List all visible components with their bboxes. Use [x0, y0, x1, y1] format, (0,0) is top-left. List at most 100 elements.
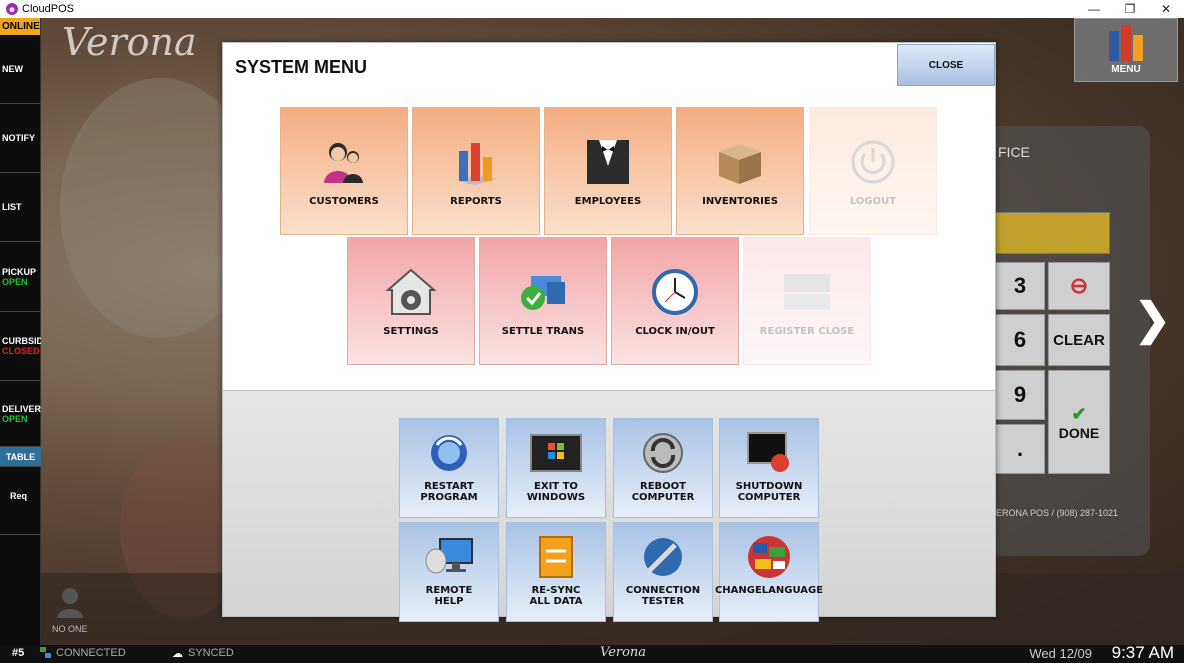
resync-icon: [536, 535, 576, 579]
app-logo-icon: ☻: [6, 3, 18, 15]
resync-all-data-button[interactable]: RE-SYNC ALL DATA: [506, 522, 606, 622]
reports-button[interactable]: REPORTS: [412, 107, 540, 235]
chevron-right-icon[interactable]: ❯: [1134, 294, 1171, 345]
tile-label: REGISTER CLOSE: [759, 326, 855, 337]
current-user-label: NO ONE: [52, 624, 88, 634]
employees-button[interactable]: EMPLOYEES: [544, 107, 672, 235]
close-button[interactable]: CLOSE: [897, 44, 995, 86]
settings-button[interactable]: SETTINGS: [347, 237, 475, 365]
sidebar-item-label: NEW: [2, 64, 23, 74]
menu-chart-icon: [1109, 25, 1143, 61]
exit-to-windows-button[interactable]: EXIT TO WINDOWS: [506, 418, 606, 518]
sync-status: SYNCED: [188, 647, 234, 659]
connection-icon: [641, 535, 685, 579]
brand-logo-text: Verona: [62, 20, 197, 64]
shutdown-computer-button[interactable]: SHUTDOWN COMPUTER: [719, 418, 819, 518]
tile-label: CONNECTION TESTER: [625, 585, 701, 607]
tile-label: RE-SYNC ALL DATA: [529, 585, 583, 607]
tile-label: EXIT TO WINDOWS: [526, 481, 586, 503]
restore-button[interactable]: ❐: [1112, 0, 1148, 18]
sidebar-item-curbside[interactable]: CURBSID CLOSED: [0, 312, 41, 381]
sidebar-item-label: LIST: [2, 202, 22, 212]
system-actions-area: [223, 390, 995, 616]
sidebar-item-pickup[interactable]: PICKUP OPEN: [0, 242, 41, 312]
sidebar-item-label: TABLE: [5, 451, 36, 462]
logout-button[interactable]: LOGOUT: [809, 107, 937, 235]
restart-program-button[interactable]: RESTART PROGRAM: [399, 418, 499, 518]
key-3[interactable]: 3: [995, 262, 1045, 310]
remote-help-button[interactable]: REMOTE HELP: [399, 522, 499, 622]
online-status-badge: ONLINE: [0, 18, 40, 35]
minimize-button[interactable]: —: [1076, 0, 1112, 18]
tile-label: REPORTS: [450, 196, 502, 207]
tile-label: INVENTORIES: [702, 196, 778, 207]
sidebar-item-label: DELIVER: [2, 403, 41, 414]
cloud-icon: ☁: [172, 648, 183, 660]
window-controls: — ❐ ✕: [1076, 0, 1184, 18]
network-icon: [40, 647, 52, 662]
panel-footer: ERONA POS / (908) 287-1021: [996, 508, 1119, 518]
register-close-button[interactable]: REGISTER CLOSE: [743, 237, 871, 365]
clock-icon: [651, 268, 699, 316]
tile-label: SETTINGS: [383, 326, 439, 337]
power-icon: [849, 138, 897, 186]
sidebar-item-table[interactable]: TABLE: [0, 447, 41, 467]
sidebar-item-label: Req: [10, 491, 28, 501]
sidebar-item-delivery[interactable]: DELIVER OPEN: [0, 381, 41, 447]
connection-tester-button[interactable]: CONNECTION TESTER: [613, 522, 713, 622]
tile-label: LOGOUT: [849, 196, 897, 207]
settle-trans-button[interactable]: SETTLE TRANS: [479, 237, 607, 365]
tile-label: REBOOT COMPUTER: [631, 481, 695, 503]
reports-icon: [451, 138, 501, 186]
amount-display: [995, 212, 1110, 254]
pos-app: Verona ONLINE NEW NOTIFY LIST PICKUP OPE…: [0, 18, 1184, 645]
change-language-button[interactable]: CHANGELANGUAGE: [715, 522, 823, 622]
window-title: CloudPOS: [22, 3, 74, 15]
key-6[interactable]: 6: [995, 314, 1045, 366]
station-number: #5: [12, 647, 25, 659]
sidebar-item-label: NOTIFY: [2, 133, 35, 143]
done-key[interactable]: ✔ DONE: [1048, 370, 1110, 474]
menu-label: MENU: [1111, 64, 1141, 75]
sidebar-item-notify[interactable]: NOTIFY: [0, 104, 41, 173]
panel-title: FICE: [998, 144, 1030, 160]
back-arrow-icon: ⊖: [1069, 273, 1089, 298]
employees-icon: [585, 138, 631, 186]
window-close-button[interactable]: ✕: [1148, 0, 1184, 18]
sidebar-item-new[interactable]: NEW: [0, 35, 41, 104]
window-titlebar: ☻ CloudPOS — ❐ ✕: [0, 0, 1184, 18]
dialog-title: SYSTEM MENU: [235, 57, 368, 77]
delivery-status: OPEN: [2, 413, 28, 424]
shutdown-icon: [744, 431, 794, 475]
sidebar-item-label: PICKUP: [2, 266, 37, 277]
clear-key[interactable]: CLEAR: [1048, 314, 1110, 366]
sidebar-item-label: CURBSID: [2, 336, 41, 346]
left-sidebar: ONLINE NEW NOTIFY LIST PICKUP OPEN CURBS…: [0, 18, 41, 645]
tile-label: SETTLE TRANS: [501, 326, 585, 337]
tile-label: SHUTDOWN COMPUTER: [735, 481, 803, 503]
backspace-key[interactable]: ⊖: [1048, 262, 1110, 310]
curbside-status: CLOSED: [2, 346, 40, 356]
reboot-computer-button[interactable]: REBOOT COMPUTER: [613, 418, 713, 518]
globe-icon: [745, 535, 793, 579]
main-menu-button[interactable]: MENU: [1074, 18, 1178, 82]
sidebar-item-req[interactable]: Req: [0, 467, 41, 535]
inventories-button[interactable]: INVENTORIES: [676, 107, 804, 235]
tile-label: CHANGELANGUAGE: [714, 585, 824, 596]
user-avatar-icon[interactable]: [56, 586, 84, 618]
key-decimal[interactable]: .: [995, 424, 1045, 474]
system-menu-dialog: SYSTEM MENU CLOSE CUSTOMERS REPORTS EMPL…: [222, 42, 996, 622]
time-display: 9:37 AM: [1111, 643, 1174, 662]
remote-help-icon: [422, 535, 476, 579]
customers-button[interactable]: CUSTOMERS: [280, 107, 408, 235]
sidebar-item-list[interactable]: LIST: [0, 173, 41, 242]
register-icon: [780, 268, 834, 316]
inventories-icon: [715, 138, 765, 186]
tile-label: CUSTOMERS: [309, 196, 379, 207]
tile-label: RESTART PROGRAM: [420, 481, 478, 503]
key-9[interactable]: 9: [995, 370, 1045, 420]
windows-icon: [529, 431, 583, 475]
done-label: DONE: [1058, 424, 1100, 441]
settle-icon: [517, 268, 569, 316]
clock-in-out-button[interactable]: CLOCK IN/OUT: [611, 237, 739, 365]
